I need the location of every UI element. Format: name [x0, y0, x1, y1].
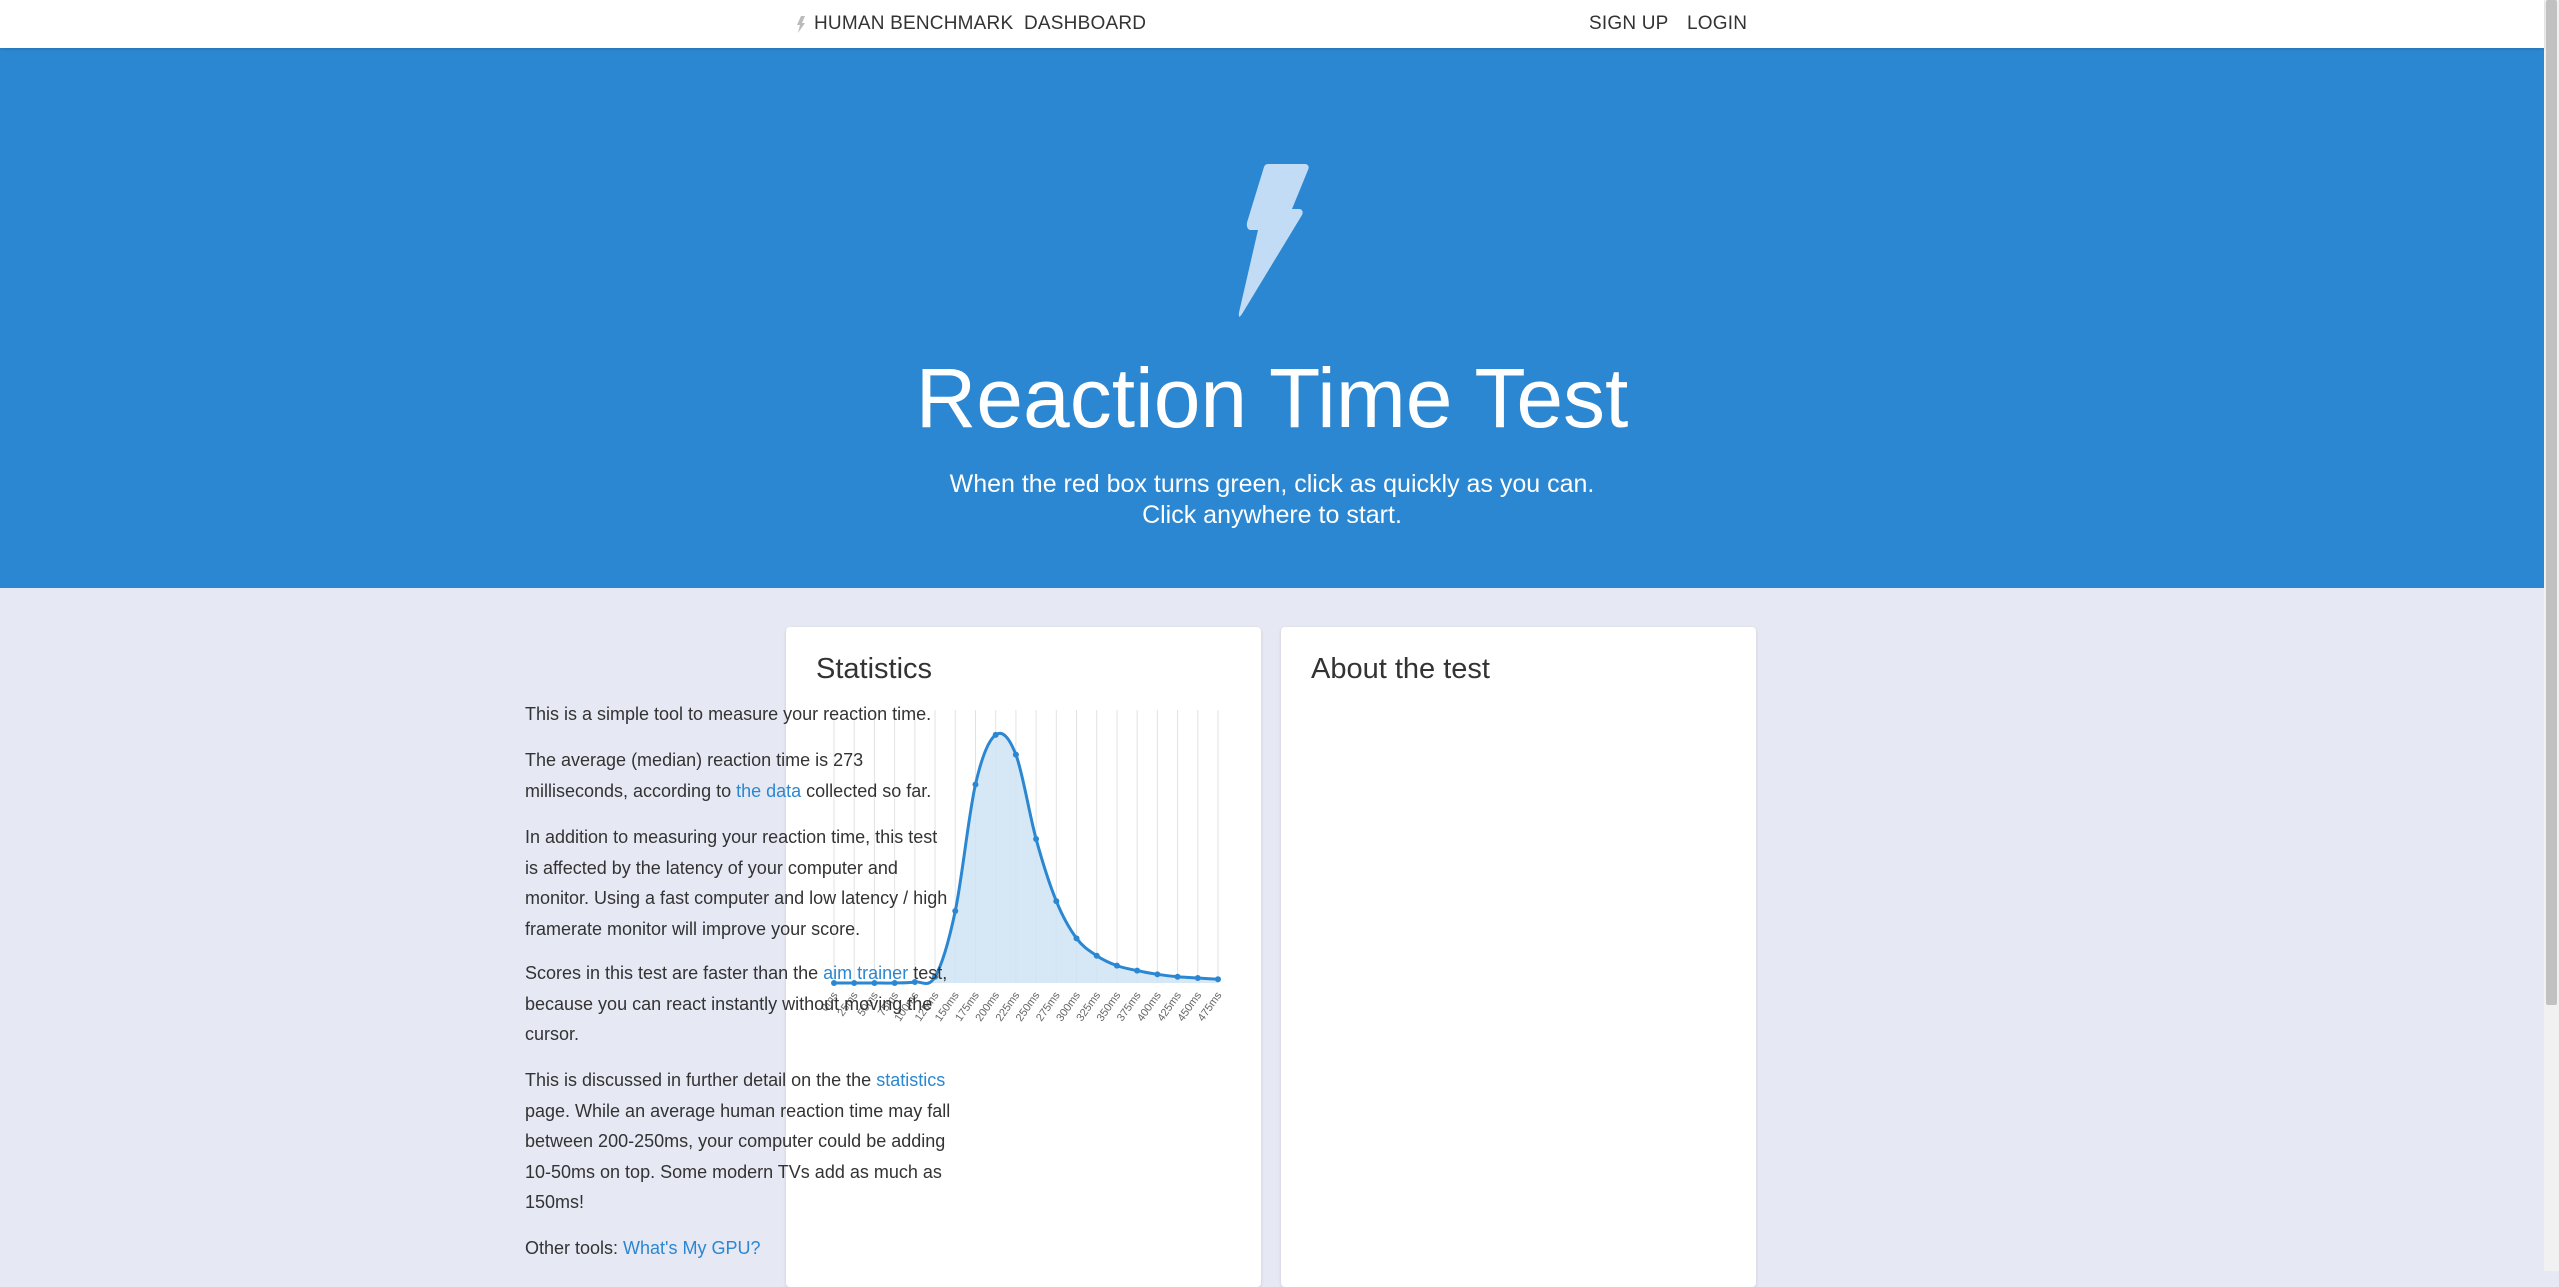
lightning-bolt-icon	[1238, 164, 1309, 317]
chart-point	[1215, 976, 1221, 983]
about-paragraph-3: In addition to measuring your reaction t…	[525, 822, 955, 944]
about-p5-tail: page. While an average human reaction ti…	[525, 1100, 951, 1213]
aim-trainer-link[interactable]: aim trainer	[823, 963, 908, 983]
reaction-test-area[interactable]: Reaction Time Test When the red box turn…	[0, 48, 2544, 588]
about-p3-text: In addition to measuring your reaction t…	[525, 827, 948, 939]
about-text: This is a simple tool to measure your re…	[525, 699, 955, 730]
about-p6-text: Other tools:	[525, 1238, 624, 1258]
chart-point	[992, 731, 999, 738]
chart-point	[1033, 836, 1040, 843]
the-data-link[interactable]: the data	[736, 781, 801, 801]
nav-signup-link[interactable]: SIGN UP	[1589, 0, 1669, 48]
about-p4-text: Scores in this test are faster than the	[525, 963, 824, 983]
chart-point	[972, 781, 979, 788]
chart-point	[1154, 971, 1161, 978]
about-paragraph-2: The average (median) reaction time is 27…	[525, 745, 955, 806]
chart-point	[1073, 935, 1080, 942]
scrollbar-thumb[interactable]	[2546, 0, 2557, 1005]
whats-my-gpu-link[interactable]: What's My GPU?	[623, 1238, 760, 1258]
page-title: Reaction Time Test	[915, 351, 1629, 445]
about-p5-text: This is discussed in further detail on t…	[525, 1070, 877, 1090]
nav-dashboard-link[interactable]: DASHBOARD	[1024, 0, 1146, 48]
lightning-icon	[797, 16, 805, 33]
about-card: About the test	[1281, 627, 1756, 1287]
chart-point	[1194, 975, 1201, 982]
about-paragraph-6: Other tools: What's My GPU?	[525, 1233, 955, 1264]
start-hint-text: Click anywhere to start.	[1142, 501, 1402, 529]
statistics-heading: Statistics	[816, 653, 933, 685]
chart-point	[1012, 751, 1019, 758]
about-paragraph-1: This is a simple tool to measure your re…	[525, 704, 932, 724]
about-paragraph-4: Scores in this test are faster than the …	[525, 958, 955, 1050]
chart-point	[1134, 967, 1141, 974]
chart-point	[1174, 973, 1181, 980]
chart-point	[1053, 898, 1060, 905]
chart-point	[1093, 952, 1100, 959]
nav-login-link[interactable]: LOGIN	[1687, 0, 1747, 48]
about-heading: About the test	[1311, 653, 1490, 685]
chart-point	[1113, 962, 1120, 969]
top-nav: HUMAN BENCHMARK DASHBOARD SIGN UP LOGIN	[0, 0, 2544, 48]
nav-brand-link[interactable]: HUMAN BENCHMARK	[814, 0, 1013, 48]
statistics-link[interactable]: statistics	[876, 1070, 945, 1090]
about-p2-tail: collected so far.	[801, 780, 932, 801]
instruction-text: When the red box turns green, click as q…	[949, 470, 1595, 498]
about-paragraph-5: This is discussed in further detail on t…	[525, 1065, 955, 1218]
nav-inner: HUMAN BENCHMARK DASHBOARD SIGN UP LOGIN	[784, 0, 1760, 48]
